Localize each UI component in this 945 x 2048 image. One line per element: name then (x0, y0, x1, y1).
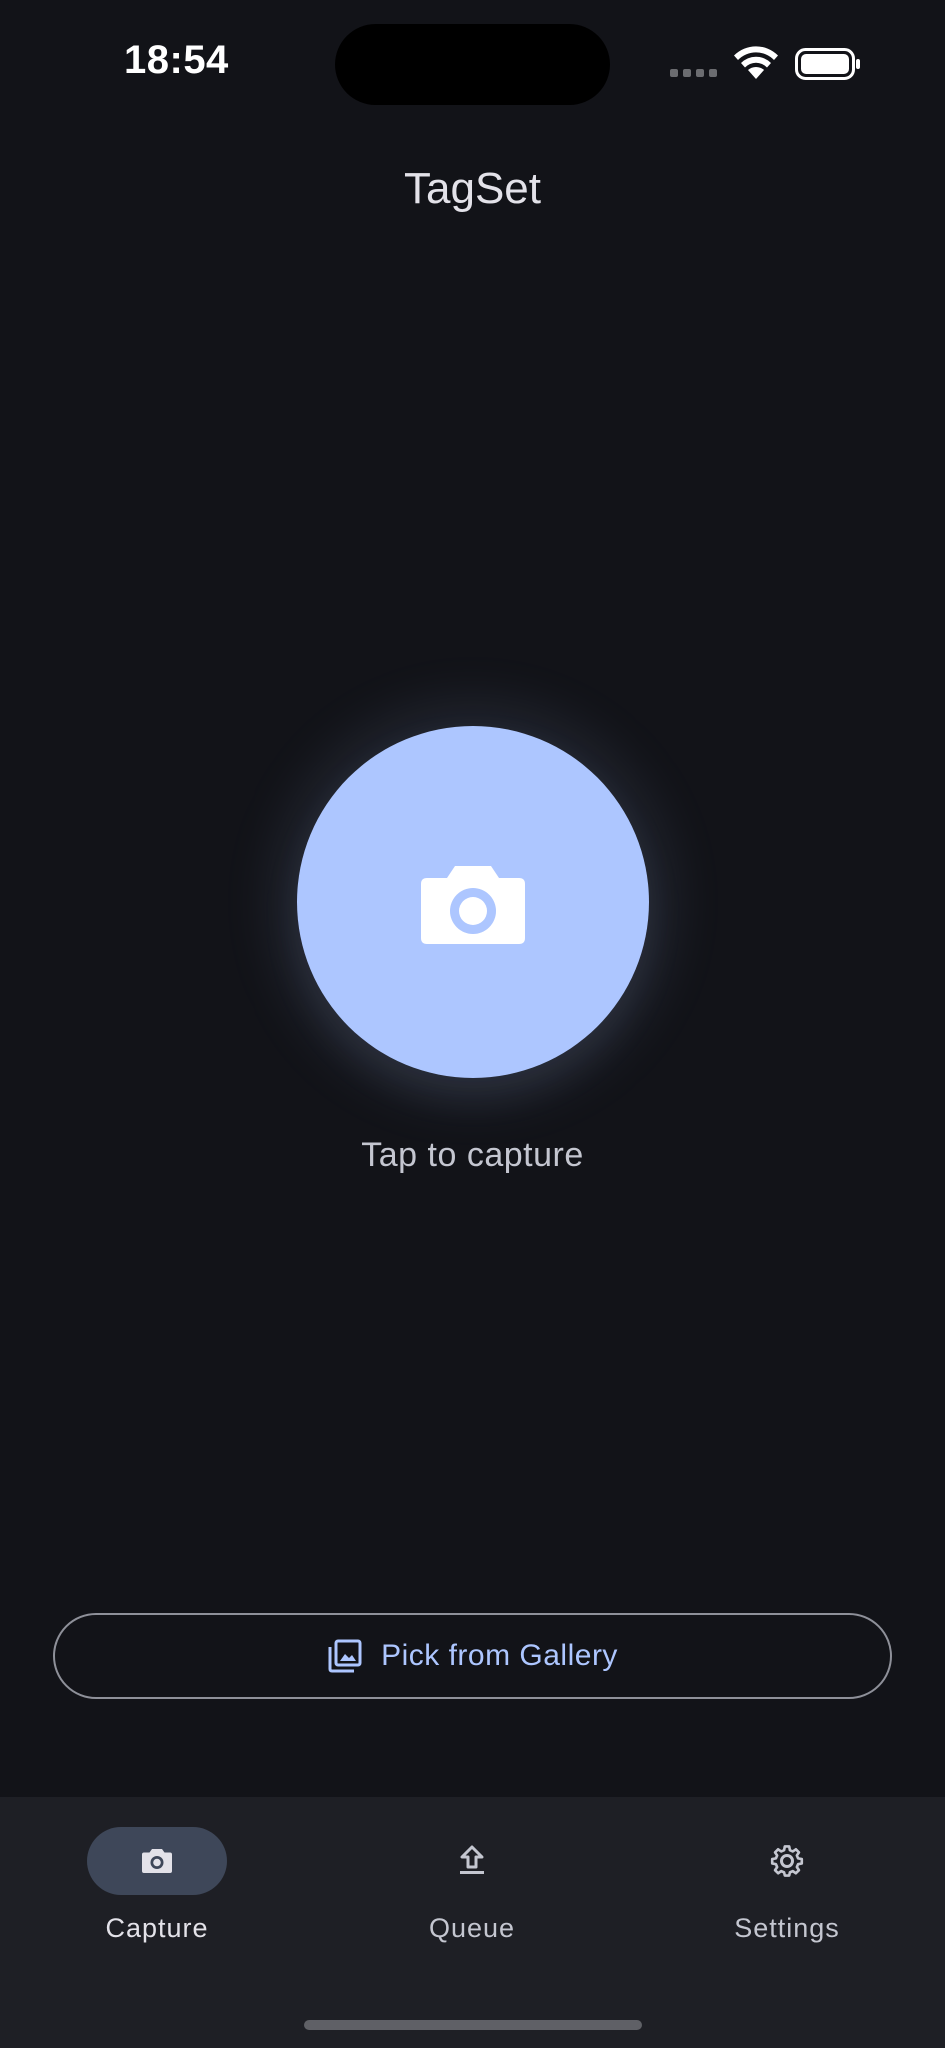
page-title: TagSet (404, 164, 541, 213)
gear-icon (770, 1845, 804, 1877)
pick-from-gallery-label: Pick from Gallery (381, 1639, 618, 1672)
upload-icon (460, 1845, 484, 1874)
dynamic-island (335, 24, 610, 105)
capture-button[interactable] (297, 726, 649, 1078)
status-bar: 18:54 (0, 0, 945, 130)
capture-screen: 18:54 TagSet Tap to capture Pick from Ga… (0, 0, 945, 2048)
capture-hint: Tap to capture (361, 1136, 584, 1174)
nav-item-capture[interactable]: Capture (57, 1827, 257, 1957)
camera-icon (421, 866, 525, 944)
nav-label-capture: Capture (105, 1913, 209, 1943)
pick-from-gallery-button[interactable]: Pick from Gallery (53, 1613, 892, 1699)
home-indicator (304, 2020, 642, 2030)
battery-icon (795, 48, 860, 80)
bottom-navigation: Capture Queue Settings (0, 1797, 945, 2048)
nav-label-settings: Settings (734, 1913, 840, 1943)
nav-item-queue[interactable]: Queue (372, 1827, 572, 1957)
nav-item-settings[interactable]: Settings (687, 1827, 887, 1957)
photo-library-icon (328, 1639, 362, 1673)
nav-label-queue: Queue (428, 1913, 516, 1943)
cellular-signal-icon (670, 69, 720, 77)
status-time: 18:54 (124, 38, 229, 82)
camera-icon (142, 1849, 172, 1873)
wifi-icon (734, 46, 778, 79)
